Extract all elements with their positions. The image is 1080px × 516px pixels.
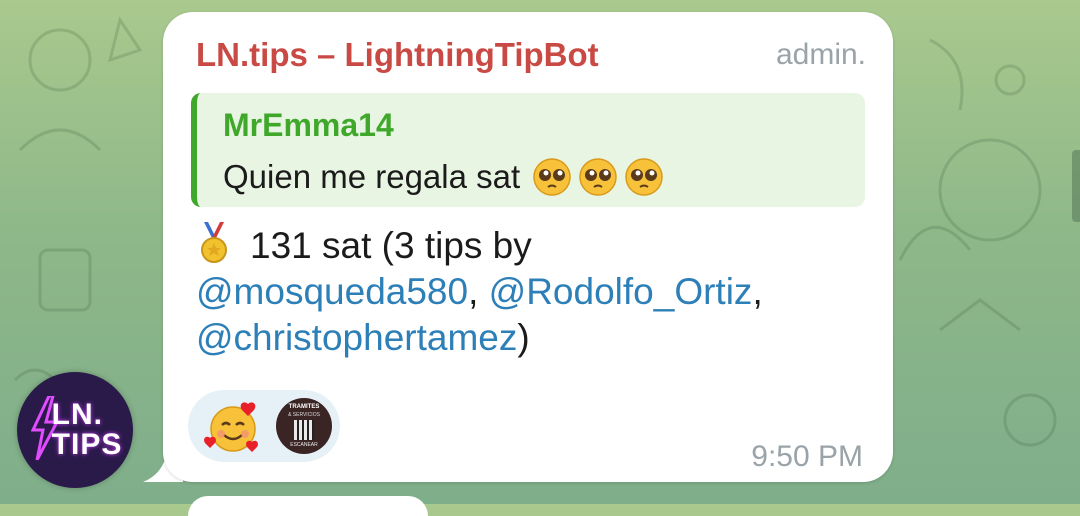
bot-avatar[interactable]: LN. TIPS <box>17 372 133 488</box>
reactor-avatar-text: ESCANEAR <box>290 442 318 448</box>
qr-code-icon <box>294 420 314 440</box>
message-body: 131 sat (3 tips by @mosqueda580, @Rodolf… <box>196 222 876 361</box>
sender-name[interactable]: LN.tips – LightningTipBot <box>196 36 599 74</box>
admin-badge: admin. <box>775 38 866 71</box>
next-message-bubble[interactable] <box>188 496 428 516</box>
pleading-face-icon <box>533 158 571 196</box>
scroll-indicator[interactable] <box>1072 150 1080 222</box>
reactor-avatar-text: TRAMITES <box>288 404 320 410</box>
reaction-pill[interactable]: TRAMITES & SERVICIOS ESCANEAR <box>188 390 340 462</box>
tip-amount-text: 131 sat (3 tips by <box>250 225 532 266</box>
mention-link[interactable]: @mosqueda580 <box>196 271 468 312</box>
smiling-face-with-hearts-icon <box>204 402 258 452</box>
reply-text: Quien me regala sat <box>223 158 521 195</box>
separator: , <box>468 271 489 312</box>
reactor-avatar-text: & SERVICIOS <box>288 412 320 418</box>
avatar-line1: LN. <box>51 398 103 431</box>
pleading-face-icon <box>579 158 617 196</box>
medal-icon <box>201 222 227 263</box>
closing-paren: ) <box>517 317 530 358</box>
separator: , <box>752 271 763 312</box>
avatar-line2: TIPS <box>51 428 123 461</box>
message-bubble[interactable]: LN.tips – LightningTipBot admin. MrEmma1… <box>163 12 893 482</box>
mention-link[interactable]: @christophertamez <box>196 317 517 358</box>
message-timestamp: 9:50 PM <box>751 440 863 473</box>
avatar-logo-text: LN. TIPS <box>52 400 123 460</box>
reply-text-row: Quien me regala sat <box>223 157 664 197</box>
mention-link[interactable]: @Rodolfo_Ortiz <box>489 271 753 312</box>
reply-author: MrEmma14 <box>223 107 394 143</box>
pleading-face-icon <box>625 158 663 196</box>
reactor-avatar[interactable]: TRAMITES & SERVICIOS ESCANEAR <box>276 398 332 454</box>
reply-quote[interactable]: MrEmma14 Quien me regala sat <box>191 93 865 207</box>
